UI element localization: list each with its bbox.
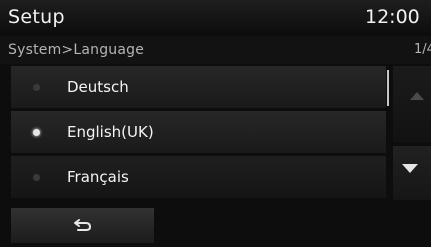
arrow-up-icon (410, 92, 424, 100)
scroll-down-button[interactable] (393, 146, 431, 200)
breadcrumb-path: System>Language (8, 42, 145, 58)
language-item-francais[interactable]: Français (11, 156, 386, 198)
language-item-english-uk[interactable]: English(UK) (11, 111, 386, 153)
scroll-up-button[interactable] (393, 66, 431, 142)
radio-off-icon (33, 84, 40, 91)
page-title: Setup (8, 6, 65, 28)
arrow-down-icon (402, 164, 418, 173)
setup-screen: Setup 12:00 System>Language 1/4 Deutsch … (0, 0, 431, 247)
radio-off-icon (33, 174, 40, 181)
language-list: Deutsch English(UK) Français (11, 66, 386, 201)
page-indicator: 1/4 (414, 42, 431, 57)
header-bar: Setup 12:00 (0, 0, 431, 36)
clock: 12:00 (365, 6, 420, 28)
radio-on-icon (33, 129, 40, 136)
breadcrumb: System>Language 1/4 (0, 36, 431, 64)
language-label: Deutsch (67, 78, 129, 96)
back-button[interactable] (11, 208, 154, 243)
language-label: English(UK) (67, 123, 154, 141)
back-arrow-icon (74, 219, 92, 231)
language-label: Français (67, 168, 129, 186)
scrollbar-thumb[interactable] (387, 70, 389, 106)
language-item-deutsch[interactable]: Deutsch (11, 66, 386, 108)
